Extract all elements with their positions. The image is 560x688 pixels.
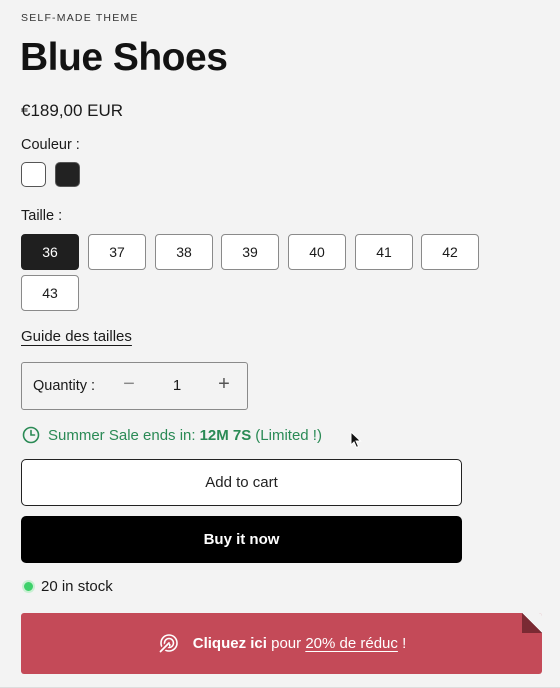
size-option-41[interactable]: 41 — [355, 234, 413, 270]
size-option-40[interactable]: 40 — [288, 234, 346, 270]
stock-status: 20 in stock — [22, 578, 113, 595]
size-guide-link[interactable]: Guide des tailles — [21, 328, 132, 345]
clock-icon — [22, 426, 40, 444]
sale-timer: 12M 7S — [199, 426, 252, 444]
size-option-37[interactable]: 37 — [88, 234, 146, 270]
color-swatch-black[interactable] — [55, 162, 80, 187]
mouse-cursor-icon — [350, 431, 362, 449]
product-title: Blue Shoes — [20, 36, 228, 79]
size-label: Taille : — [21, 208, 63, 224]
stock-indicator-dot — [22, 580, 35, 593]
sale-countdown: Summer Sale ends in: 12M 7S (Limited !) — [22, 426, 322, 444]
color-label: Couleur : — [21, 137, 80, 153]
quantity-label: Quantity : — [33, 378, 96, 394]
size-option-36[interactable]: 36 — [21, 234, 79, 270]
promo-cta-bold: Cliquez ici — [192, 635, 267, 652]
size-option-42[interactable]: 42 — [421, 234, 479, 270]
buy-now-button[interactable]: Buy it now — [21, 516, 462, 563]
quantity-selector: Quantity : − 1 + — [21, 362, 248, 410]
promo-discount-link[interactable]: 20% de réduc — [305, 635, 398, 652]
sale-suffix: (Limited !) — [255, 426, 322, 444]
promo-end-text: ! — [402, 635, 407, 652]
add-to-cart-button[interactable]: Add to cart — [21, 459, 462, 506]
size-option-38[interactable]: 38 — [155, 234, 213, 270]
click-icon — [157, 633, 178, 654]
size-option-43[interactable]: 43 — [21, 275, 79, 311]
promo-corner-fold — [522, 613, 542, 633]
sale-prefix: Summer Sale ends in: — [48, 426, 196, 444]
promo-banner[interactable]: Cliquez ici pour 20% de réduc ! — [21, 613, 542, 674]
quantity-input[interactable]: 1 — [170, 377, 184, 394]
promo-middle-text: pour — [271, 635, 302, 652]
product-vendor: SELF-MADE THEME — [21, 12, 139, 24]
color-swatch-white[interactable] — [21, 162, 46, 187]
quantity-decrease-button[interactable]: − — [121, 373, 137, 399]
product-price: €189,00 EUR — [21, 101, 124, 120]
stock-text: 20 in stock — [41, 578, 113, 595]
size-option-39[interactable]: 39 — [221, 234, 279, 270]
quantity-increase-button[interactable]: + — [216, 373, 232, 399]
